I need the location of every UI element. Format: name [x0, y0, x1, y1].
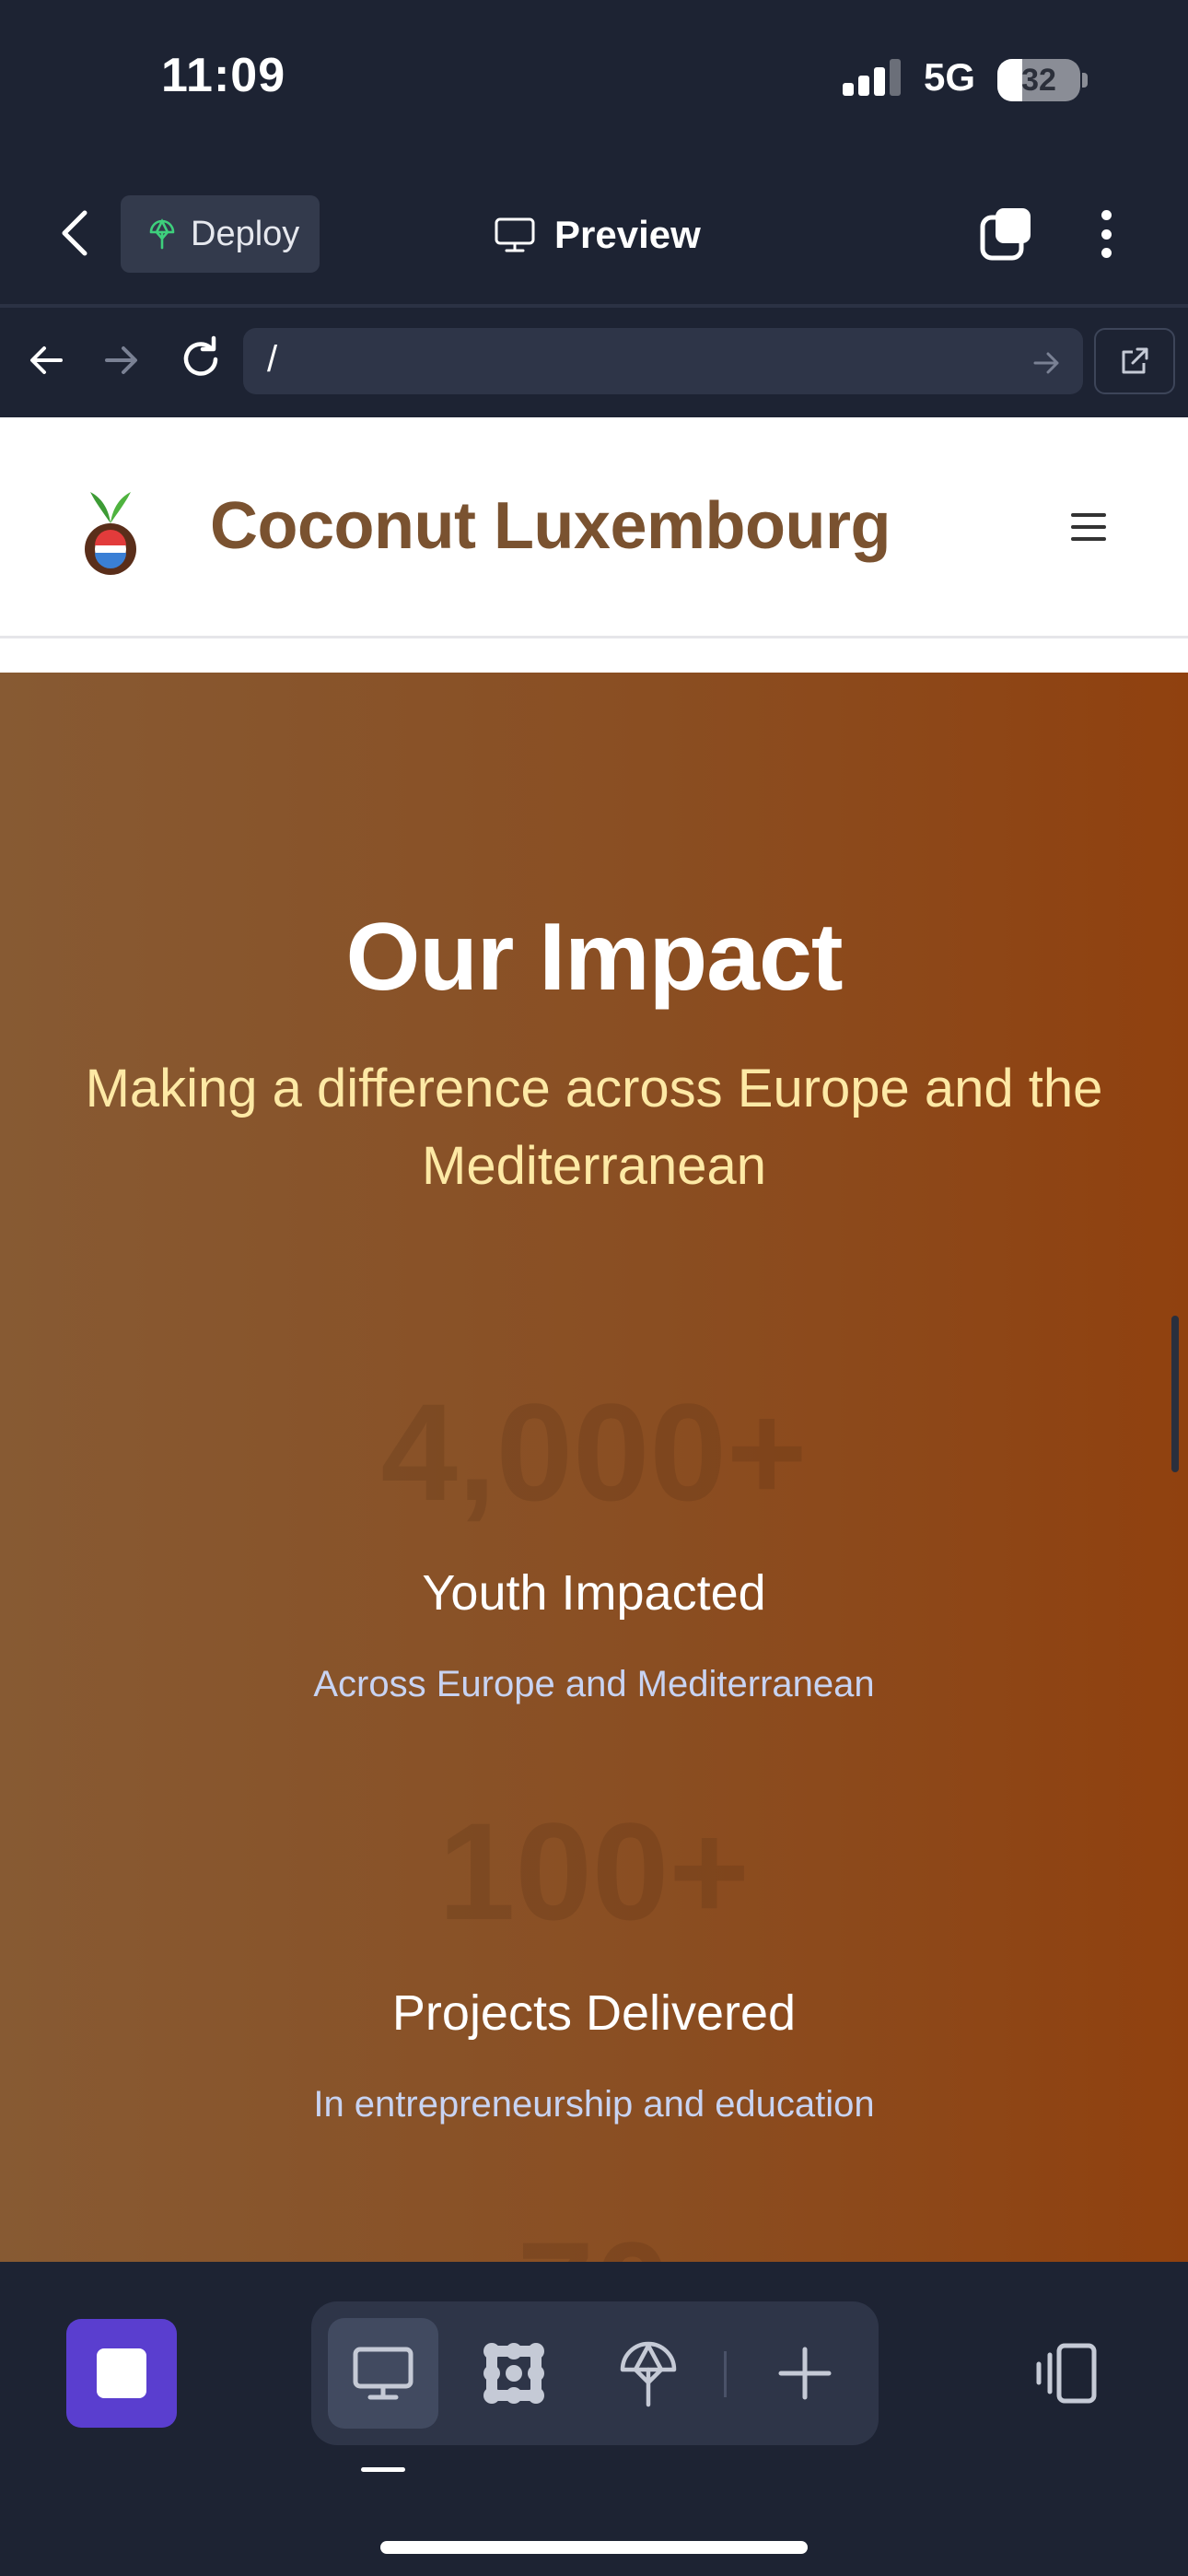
more-options-icon[interactable] [1089, 206, 1123, 262]
status-time: 11:09 [161, 49, 286, 102]
devices-icon[interactable] [1030, 2338, 1103, 2408]
preview-title: Preview [494, 205, 701, 265]
preview-label: Preview [554, 213, 701, 256]
home-indicator[interactable] [380, 2541, 808, 2554]
stat-description: In entrepreneurship and education [313, 2084, 875, 2125]
url-input[interactable] [243, 328, 1083, 394]
signal-icon [843, 59, 901, 96]
open-external-button[interactable] [1094, 328, 1175, 394]
deploy-label: Deploy [191, 214, 300, 253]
impact-subtitle: Making a difference across Europe and th… [85, 1059, 1103, 1196]
stat-number: 70 [0, 2211, 1188, 2262]
stat-number: 4,000+ [380, 1375, 808, 1529]
scrollbar-thumb[interactable] [1171, 1316, 1179, 1472]
url-go-icon[interactable] [1030, 346, 1063, 380]
stat-label: Youth Impacted [422, 1565, 766, 1621]
battery-tip [1082, 73, 1088, 88]
battery-icon: 32 [997, 59, 1080, 101]
desktop-icon [353, 2347, 413, 2400]
nav-back-icon[interactable] [24, 337, 70, 383]
header-spacer [0, 638, 1188, 673]
stat-label: Projects Delivered [391, 1985, 797, 2041]
impact-section: Our Impact Making a difference across Eu… [0, 673, 1188, 2262]
stop-button[interactable] [66, 2319, 177, 2428]
tool-separator [724, 2351, 727, 2397]
deploy-icon[interactable] [611, 2336, 685, 2410]
tabs-icon[interactable] [979, 206, 1034, 262]
active-tab-indicator [361, 2467, 405, 2472]
deploy-icon [149, 218, 175, 250]
site-title[interactable]: Coconut Luxembourg [210, 488, 891, 564]
nav-forward-icon[interactable] [98, 337, 144, 383]
external-link-icon [1122, 347, 1148, 374]
impact-title: Our Impact [345, 904, 844, 1011]
network-label: 5G [924, 55, 976, 99]
url-text: / [267, 339, 278, 380]
stat-number: 100+ [438, 1794, 750, 1949]
stop-icon [97, 2348, 146, 2398]
stat-description: Across Europe and Mediterranean [313, 1664, 875, 1704]
monitor-icon [495, 217, 535, 252]
apps-icon[interactable] [477, 2336, 551, 2410]
menu-icon[interactable] [1071, 513, 1106, 541]
plus-icon[interactable] [768, 2336, 842, 2410]
back-chevron-icon[interactable] [57, 207, 94, 259]
coconut-logo[interactable] [79, 486, 142, 577]
battery-level: 32 [1021, 63, 1056, 98]
deploy-button[interactable]: Deploy [121, 195, 320, 273]
toolbar-divider [0, 304, 1188, 308]
reload-icon[interactable] [175, 334, 227, 385]
